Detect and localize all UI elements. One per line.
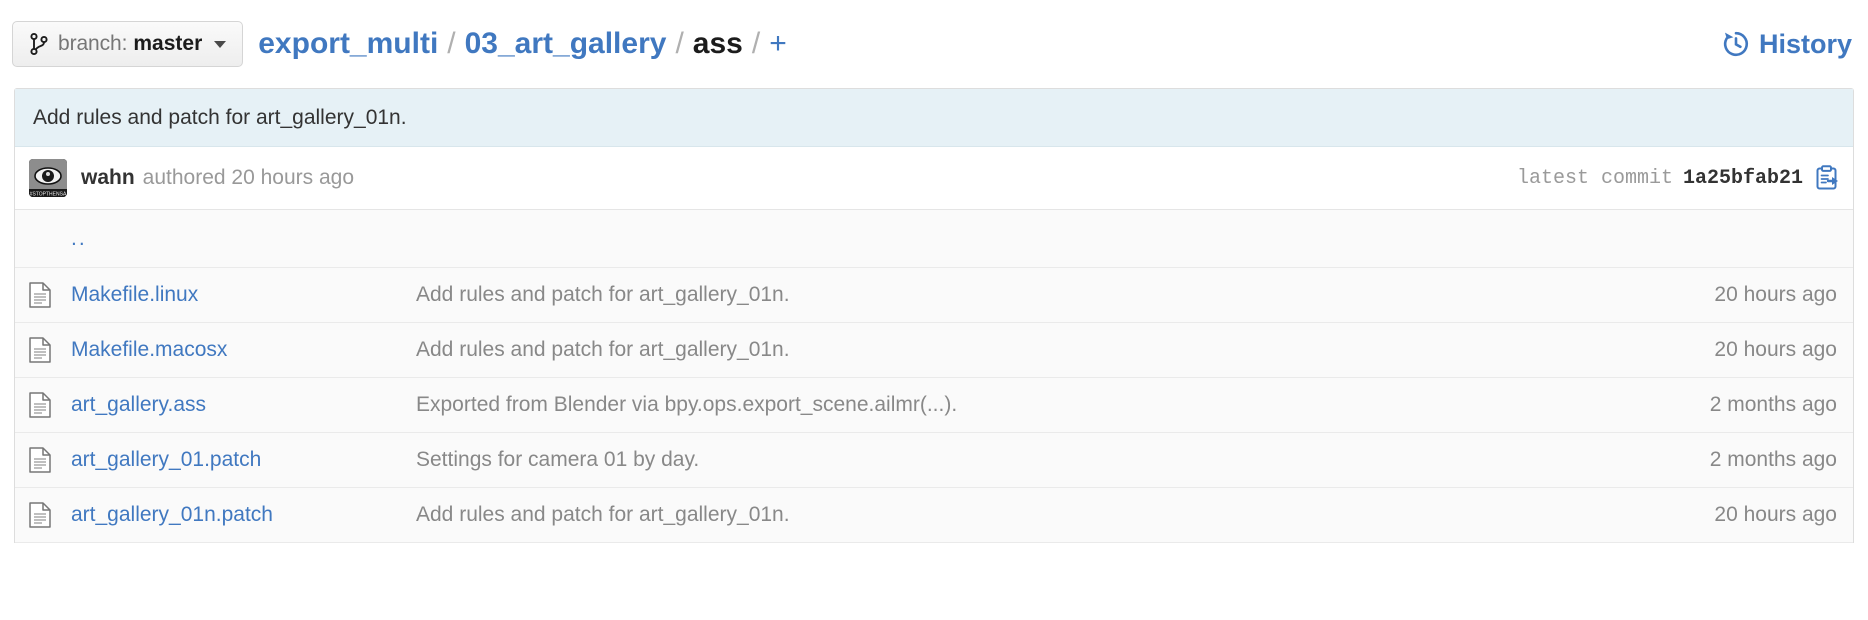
latest-commit-label: latest commit [1516, 166, 1673, 190]
table-row[interactable]: Makefile.macosx Add rules and patch for … [15, 323, 1853, 378]
branch-name: master [133, 32, 203, 55]
file-commit-message: Add rules and patch for art_gallery_01n. [416, 283, 790, 306]
file-commit-message: Add rules and patch for art_gallery_01n. [416, 338, 790, 361]
clipboard-copy-icon[interactable] [1814, 165, 1839, 191]
file-link[interactable]: art_gallery.ass [71, 393, 206, 416]
branch-label: branch: [58, 32, 128, 55]
table-row[interactable]: art_gallery_01n.patch Add rules and patc… [15, 488, 1853, 543]
file-text-icon [29, 282, 71, 308]
git-branch-icon [29, 32, 49, 56]
table-row[interactable]: art_gallery_01.patch Settings for camera… [15, 433, 1853, 488]
file-link[interactable]: art_gallery_01n.patch [71, 503, 273, 526]
file-text-icon [29, 502, 71, 528]
file-commit-age: 20 hours ago [1714, 503, 1837, 526]
latest-commit-box: Add rules and patch for art_gallery_01n.… [14, 88, 1854, 210]
file-name-cell: art_gallery_01n.patch [71, 503, 416, 527]
file-link[interactable]: Makefile.macosx [71, 338, 227, 361]
branch-selector-button[interactable]: branch: master [12, 21, 244, 67]
chevron-down-icon [214, 40, 227, 48]
file-commit-age: 2 months ago [1709, 393, 1837, 416]
breadcrumb-separator: / [751, 27, 761, 60]
github-file-browser: branch: master export_multi / 03_art_gal… [0, 0, 1868, 620]
file-commit-message: Settings for camera 01 by day. [416, 448, 700, 471]
file-text-icon [29, 447, 71, 473]
file-link[interactable]: art_gallery_01.patch [71, 448, 261, 471]
breadcrumb-separator: / [447, 27, 456, 60]
commit-message: Add rules and patch for art_gallery_01n. [15, 89, 1853, 147]
file-name-cell: Makefile.macosx [71, 338, 416, 362]
file-commit-message: Exported from Blender via bpy.ops.export… [416, 393, 958, 416]
file-link[interactable]: Makefile.linux [71, 283, 198, 306]
commit-author-link[interactable]: wahn [81, 166, 135, 190]
repo-toolbar: branch: master export_multi / 03_art_gal… [0, 0, 1868, 88]
file-name-cell: art_gallery_01.patch [71, 448, 416, 472]
commit-authored-time: authored 20 hours ago [142, 166, 355, 189]
file-commit-age: 20 hours ago [1714, 338, 1837, 361]
parent-directory-link[interactable]: .. [29, 227, 87, 251]
file-commit-age: 2 months ago [1709, 448, 1837, 471]
parent-directory-row[interactable]: .. [15, 210, 1853, 268]
breadcrumb: export_multi / 03_art_gallery / ass / + [258, 29, 786, 59]
file-text-icon [29, 392, 71, 418]
table-row[interactable]: Makefile.linux Add rules and patch for a… [15, 268, 1853, 323]
latest-commit-sha[interactable]: 1a25bfab21 [1683, 167, 1803, 190]
file-text-icon [29, 337, 71, 363]
table-row[interactable]: art_gallery.ass Exported from Blender vi… [15, 378, 1853, 433]
history-icon [1722, 30, 1750, 58]
file-commit-age: 20 hours ago [1714, 283, 1837, 306]
svg-text:#STOPTHENSA: #STOPTHENSA [30, 191, 67, 197]
breadcrumb-item-current: ass [692, 27, 743, 60]
breadcrumb-item-repo[interactable]: export_multi [258, 29, 438, 59]
file-list: .. Makefile.linux Add rules and patch fo… [14, 210, 1854, 543]
breadcrumb-item-folder[interactable]: 03_art_gallery [465, 29, 667, 59]
breadcrumb-separator: / [675, 27, 684, 60]
file-commit-message: Add rules and patch for art_gallery_01n. [416, 503, 790, 526]
file-name-cell: art_gallery.ass [71, 393, 416, 417]
breadcrumb-add-file-button[interactable]: + [769, 29, 787, 59]
file-name-cell: Makefile.linux [71, 283, 416, 307]
latest-commit-info: latest commit 1a25bfab21 [1517, 165, 1839, 191]
history-link[interactable]: History [1722, 29, 1852, 60]
avatar: #STOPTHENSA [29, 159, 67, 197]
history-label: History [1758, 28, 1852, 59]
commit-meta-row: #STOPTHENSA wahn authored 20 hours ago l… [15, 147, 1853, 210]
